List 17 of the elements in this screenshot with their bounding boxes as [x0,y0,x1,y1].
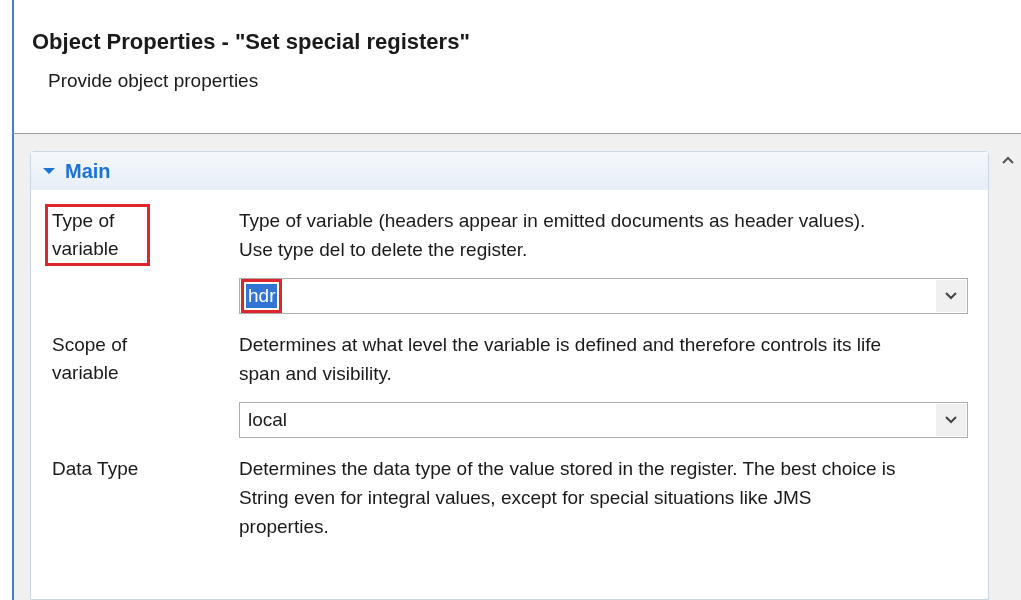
dropdown-value: local [247,408,289,432]
dialog-subtitle: Provide object properties [47,69,260,93]
scroll-up-icon[interactable] [1002,156,1014,164]
dropdown[interactable]: hdr [239,278,968,314]
dialog-title: Object Properties - "Set special registers" [31,28,471,56]
property-label: Data Type [51,457,140,481]
property-description: Determines at what level the variable is defined and therefore controls its life span and visibility. [239,333,883,386]
chevron-down-icon [944,415,958,425]
dropdown-value: hdr [246,284,278,308]
property-label: Type of variable [45,204,150,266]
triangle-down-icon [43,166,55,176]
dropdown[interactable]: local [239,402,968,438]
property-description: Type of variable (headers appear in emitted documents as header values). Use type del to delete the register. [239,209,867,262]
chevron-down-icon [944,291,958,301]
property-label: Scope of variable [51,333,128,385]
section-header[interactable]: Main [31,152,988,190]
property-description: Determines the data type of the value stored in the register. The best choice is String even for integral values, except for special situations like JMS properties. [239,457,897,539]
